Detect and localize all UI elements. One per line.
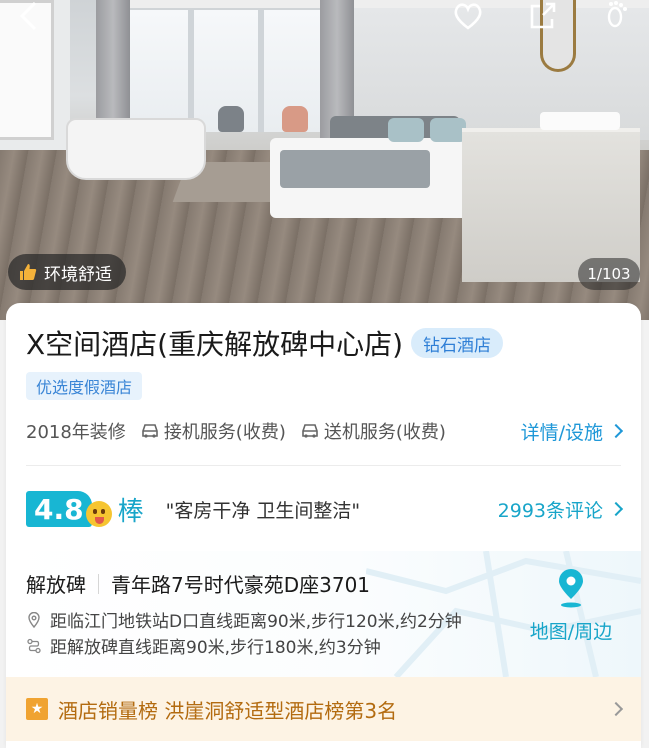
landmark-distance-line: 距解放碑直线距离90米,步行180米,约3分钟 <box>26 633 381 658</box>
photo-counter[interactable]: 1/103 <box>578 258 640 290</box>
renovation-year: 2018年装修 <box>26 422 126 443</box>
heart-icon[interactable] <box>446 0 490 36</box>
photo-sink <box>540 112 620 130</box>
environment-badge: 环境舒适 <box>8 254 126 290</box>
chevron-right-icon <box>608 701 624 717</box>
review-highlight: "客房干净 卫生间整洁" <box>165 499 361 522</box>
back-arrow-icon[interactable] <box>8 0 52 36</box>
photo-pillow <box>430 118 466 142</box>
metro-distance: 距临江门地铁站D口直线距离90米,步行120米,约2分钟 <box>50 612 462 632</box>
footprint-icon[interactable] <box>596 0 640 36</box>
pickup-service: 接机服务(收费) <box>163 422 286 443</box>
thumbs-up-icon <box>20 264 37 280</box>
details-facilities-label: 详情/设施 <box>520 421 603 444</box>
reviews-link[interactable]: 2993条评论 <box>497 496 624 523</box>
photo-pillow <box>388 118 424 142</box>
map-pin-icon <box>559 569 583 608</box>
hotel-photo[interactable]: 环境舒适 1/103 <box>0 0 649 320</box>
reviews-count: 2993条评论 <box>497 499 603 522</box>
route-icon <box>27 638 41 653</box>
location-pin-icon <box>28 611 40 628</box>
chevron-right-icon <box>608 501 624 517</box>
photo-chair-pink <box>282 106 308 132</box>
details-facilities-link[interactable]: 详情/设施 <box>520 416 624 446</box>
smiley-emoji-icon <box>85 501 112 527</box>
divider <box>26 465 621 466</box>
photo-chair-grey <box>218 106 244 132</box>
ranking-ribbon-icon <box>26 698 48 720</box>
rating-row[interactable]: 4.8 棒 "客房干净 卫生间整洁" 2993条评论 <box>26 487 624 531</box>
location-section[interactable]: 解放碑 青年路7号时代豪苑D座3701 距临江门地铁站D口直线距离90米,步行1… <box>6 551 641 677</box>
rating-word: 棒 <box>117 496 144 527</box>
hotel-info-card: X空间酒店(重庆解放碑中心店) 钻石酒店 优选度假酒店 2018年装修 接机服务… <box>6 303 641 748</box>
landmark-distance: 距解放碑直线距离90米,步行180米,约3分钟 <box>50 638 381 658</box>
photo-bathtub <box>66 118 206 180</box>
rating-score: 4.8 <box>26 491 92 527</box>
grade-badge[interactable]: 钻石酒店 <box>411 328 504 358</box>
share-icon[interactable] <box>520 0 564 36</box>
street-address: 青年路7号时代豪苑D座3701 <box>111 573 371 597</box>
photo-blanket <box>280 150 430 188</box>
car-icon <box>302 424 318 438</box>
address-line: 解放碑 青年路7号时代豪苑D座3701 <box>26 569 370 598</box>
district: 解放碑 <box>26 573 86 597</box>
ranking-text: 酒店销量榜 洪崖洞舒适型酒店榜第3名 <box>58 698 398 723</box>
title-row: X空间酒店(重庆解放碑中心店) 钻石酒店 <box>26 323 631 363</box>
map-nearby-label: 地图/周边 <box>529 621 613 643</box>
dropoff-service: 送机服务(收费) <box>323 422 446 443</box>
car-icon <box>142 424 158 438</box>
hotel-name: X空间酒店(重庆解放碑中心店) <box>26 328 404 361</box>
ranking-banner[interactable]: 酒店销量榜 洪崖洞舒适型酒店榜第3名 <box>6 677 641 741</box>
chevron-right-icon <box>608 423 624 439</box>
hotel-tag: 优选度假酒店 <box>26 372 143 400</box>
map-nearby-button[interactable]: 地图/周边 <box>521 569 621 644</box>
environment-badge-label: 环境舒适 <box>44 264 112 285</box>
metro-distance-line: 距临江门地铁站D口直线距离90米,步行120米,约2分钟 <box>26 607 462 632</box>
